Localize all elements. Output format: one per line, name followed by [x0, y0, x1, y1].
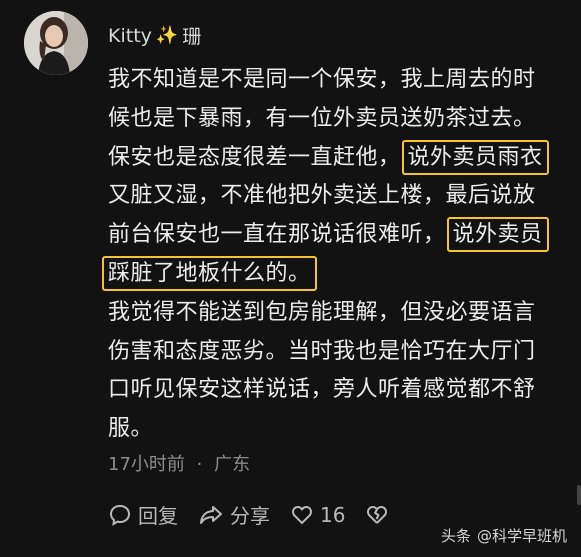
comment-text: 我不知道是不是同一个保安，我上周去的时	[108, 67, 536, 92]
comment-text: 我觉得不能送到包房能理解，但没必要语言	[108, 299, 536, 325]
comment-line: 前台保安也一直在那说话很难听， 说外卖员	[108, 216, 566, 255]
avatar[interactable]	[24, 11, 88, 75]
comment-line: 服。	[108, 410, 566, 449]
comment-text: 前台保安也一直在那说话很难听，	[108, 222, 446, 248]
comment-text: 服。	[108, 416, 154, 442]
comment-text: 又脏又湿，不准他把外卖送上楼，最后说放	[108, 183, 536, 209]
comment-line: 我觉得不能送到包房能理解，但没必要语言	[108, 294, 566, 333]
comment-text: 候也是下暴雨，有一位外卖员送奶茶过去。	[108, 105, 536, 131]
dislike-button[interactable]	[365, 503, 389, 527]
like-button[interactable]: 16	[290, 503, 345, 527]
username-suffix: 珊	[182, 26, 202, 48]
comment-location: 广东	[214, 454, 251, 475]
broken-heart-icon	[365, 503, 389, 527]
comment-line: 踩脏了地板什么的。	[102, 255, 566, 294]
comment-line: 又脏又湿，不准他把外卖送上楼，最后说放	[108, 177, 566, 216]
watermark: 头条 @科学早班机	[441, 525, 567, 546]
meta-separator: ·	[196, 454, 203, 475]
comment-line: 候也是下暴雨，有一位外卖员送奶茶过去。	[108, 100, 566, 139]
comment-text: 伤害和态度恶劣。当时我也是恰巧在大厅门	[108, 338, 536, 364]
share-arrow-icon	[198, 503, 224, 527]
comment-line: 伤害和态度恶劣。当时我也是恰巧在大厅门	[108, 333, 566, 372]
watermark-platform: 头条	[440, 527, 471, 545]
comment-body: 我不知道是不是同一个保安，我上周去的时 候也是下暴雨，有一位外卖员送奶茶过去。 …	[102, 61, 566, 449]
scrollbar[interactable]	[577, 485, 581, 505]
sparkle-emoji: ✨	[155, 25, 179, 46]
comment-line: 保安也是态度很差一直赶他， 说外卖员雨衣	[108, 139, 566, 178]
share-label: 分享	[230, 504, 270, 528]
comment-line: 口听见保安这样说话，旁人听着感觉都不舒	[108, 371, 566, 410]
comment-bubble-icon	[108, 503, 132, 527]
watermark-account: @科学早班机	[476, 527, 567, 545]
like-count: 16	[320, 502, 346, 527]
highlight-box: 踩脏了地板什么的。	[102, 255, 317, 291]
comment-text: 保安也是态度很差一直赶他，	[108, 144, 401, 170]
highlight-box: 说外卖员	[446, 217, 549, 253]
highlight-box: 说外卖员雨衣	[401, 139, 549, 175]
comment-line: 我不知道是不是同一个保安，我上周去的时	[108, 61, 566, 100]
comment-meta: 17小时前 · 广东	[108, 450, 250, 476]
comment-text: 口听见保安这样说话，旁人听着感觉都不舒	[108, 377, 536, 403]
username-text[interactable]: Kitty	[108, 25, 152, 47]
share-button[interactable]: 分享	[198, 500, 270, 529]
reply-label: 回复	[138, 504, 178, 528]
comment-time: 17小时前	[108, 454, 185, 475]
heart-icon	[290, 503, 314, 527]
reply-button[interactable]: 回复	[108, 500, 178, 529]
comment-actions: 回复 分享 16	[108, 500, 409, 529]
username[interactable]: Kitty ✨ 珊	[108, 22, 201, 49]
